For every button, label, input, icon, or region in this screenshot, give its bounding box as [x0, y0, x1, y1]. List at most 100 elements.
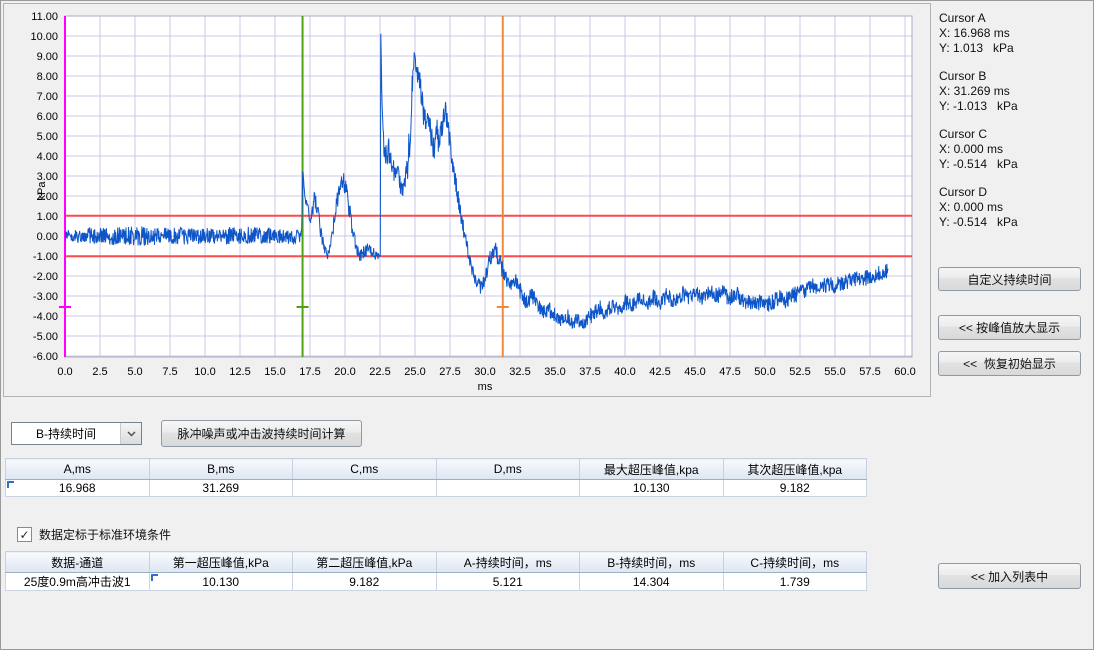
table-cell[interactable]: 9.182: [293, 573, 437, 591]
table-cell[interactable]: 31.269: [149, 480, 293, 497]
svg-text:25.0: 25.0: [404, 366, 425, 378]
zoom-to-peak-button[interactable]: << 按峰值放大显示: [938, 315, 1081, 340]
column-header[interactable]: 第一超压峰值,kPa: [149, 552, 293, 573]
svg-text:30.0: 30.0: [474, 366, 495, 378]
svg-text:5.00: 5.00: [37, 131, 58, 143]
active-cell-marker: [151, 574, 158, 581]
column-header[interactable]: A-持续时间，ms: [436, 552, 580, 573]
standard-env-row: ✓ 数据定标于标准环境条件: [17, 526, 171, 543]
table-cell[interactable]: 10.130: [149, 573, 293, 591]
svg-text:-6.00: -6.00: [33, 351, 58, 363]
duration-type-value: B-持续时间: [12, 423, 120, 444]
custom-duration-button[interactable]: 自定义持续时间: [938, 267, 1081, 291]
svg-text:-5.00: -5.00: [33, 331, 58, 343]
chevron-down-icon: [127, 431, 136, 437]
column-header[interactable]: 其次超压峰值,kpa: [723, 459, 867, 480]
table-cell[interactable]: [436, 480, 580, 497]
svg-text:42.5: 42.5: [649, 366, 670, 378]
cursor-d-x: X: 0.000 ms: [939, 200, 1089, 215]
column-header[interactable]: C,ms: [293, 459, 437, 480]
cursor-b-x: X: 31.269 ms: [939, 84, 1089, 99]
svg-text:-3.00: -3.00: [33, 291, 58, 303]
svg-text:1.00: 1.00: [37, 211, 58, 223]
table-cell[interactable]: 14.304: [580, 573, 724, 591]
svg-text:45.0: 45.0: [684, 366, 705, 378]
cursor-c-title: Cursor C: [939, 127, 1089, 142]
column-header[interactable]: A,ms: [6, 459, 150, 480]
duration-type-select[interactable]: B-持续时间: [11, 422, 142, 445]
svg-text:0.0: 0.0: [57, 366, 72, 378]
add-to-list-button[interactable]: << 加入列表中: [938, 563, 1081, 589]
table-cell[interactable]: 10.130: [580, 480, 724, 497]
svg-text:40.0: 40.0: [614, 366, 635, 378]
svg-text:22.5: 22.5: [369, 366, 390, 378]
table-header-row: A,msB,msC,msD,ms最大超压峰值,kpa其次超压峰值,kpa: [6, 459, 867, 480]
cursor-d-title: Cursor D: [939, 185, 1089, 200]
column-header[interactable]: 数据-通道: [6, 552, 150, 573]
column-header[interactable]: C-持续时间，ms: [723, 552, 867, 573]
cursor-a-x: X: 16.968 ms: [939, 26, 1089, 41]
cursor-b-title: Cursor B: [939, 69, 1089, 84]
svg-text:-4.00: -4.00: [33, 311, 58, 323]
svg-text:55.0: 55.0: [824, 366, 845, 378]
svg-text:60.0: 60.0: [894, 366, 915, 378]
svg-text:32.5: 32.5: [509, 366, 530, 378]
svg-text:37.5: 37.5: [579, 366, 600, 378]
svg-text:10.00: 10.00: [30, 31, 58, 43]
cursor-a-y: Y: 1.013 kPa: [939, 41, 1089, 56]
table-cell[interactable]: 5.121: [436, 573, 580, 591]
table-header-row: 数据-通道第一超压峰值,kPa第二超压峰值,kPaA-持续时间，msB-持续时间…: [6, 552, 867, 573]
svg-text:10.0: 10.0: [194, 366, 215, 378]
waveform-chart[interactable]: 11.0010.009.008.007.006.005.004.003.002.…: [1, 1, 933, 401]
cursor-d-y: Y: -0.514 kPa: [939, 215, 1089, 230]
svg-text:3.00: 3.00: [37, 171, 58, 183]
cursor-c-x: X: 0.000 ms: [939, 142, 1089, 157]
restore-initial-view-button[interactable]: << 恢复初始显示: [938, 351, 1081, 376]
cursor-b-readout: Cursor B X: 31.269 ms Y: -1.013 kPa: [939, 69, 1089, 114]
column-header[interactable]: 最大超压峰值,kpa: [580, 459, 724, 480]
column-header[interactable]: B-持续时间，ms: [580, 552, 724, 573]
svg-text:12.5: 12.5: [229, 366, 250, 378]
cursor-d-readout: Cursor D X: 0.000 ms Y: -0.514 kPa: [939, 185, 1089, 230]
result-values-table: 数据-通道第一超压峰值,kPa第二超压峰值,kPaA-持续时间，msB-持续时间…: [5, 551, 867, 591]
table-cell[interactable]: 16.968: [6, 480, 150, 497]
cursor-a-readout: Cursor A X: 16.968 ms Y: 1.013 kPa: [939, 11, 1089, 56]
svg-text:8.00: 8.00: [37, 71, 58, 83]
svg-text:17.5: 17.5: [299, 366, 320, 378]
standard-env-label: 数据定标于标准环境条件: [39, 526, 171, 543]
cursor-b-y: Y: -1.013 kPa: [939, 99, 1089, 114]
svg-text:35.0: 35.0: [544, 366, 565, 378]
table-row: 25度0.9m高冲击波110.1309.1825.12114.3041.739: [6, 573, 867, 591]
column-header[interactable]: D,ms: [436, 459, 580, 480]
svg-text:ms: ms: [478, 381, 493, 393]
cursor-a-title: Cursor A: [939, 11, 1089, 26]
svg-text:11.00: 11.00: [31, 11, 58, 23]
svg-text:20.0: 20.0: [334, 366, 355, 378]
column-header[interactable]: 第二超压峰值,kPa: [293, 552, 437, 573]
svg-text:50.0: 50.0: [754, 366, 775, 378]
active-cell-marker: [7, 481, 14, 488]
svg-text:4.00: 4.00: [37, 151, 58, 163]
svg-text:47.5: 47.5: [719, 366, 740, 378]
svg-text:-2.00: -2.00: [33, 271, 58, 283]
svg-text:2.5: 2.5: [92, 366, 107, 378]
table-cell[interactable]: 1.739: [723, 573, 867, 591]
column-header[interactable]: B,ms: [149, 459, 293, 480]
svg-text:52.5: 52.5: [789, 366, 810, 378]
svg-text:kPa: kPa: [36, 181, 48, 201]
svg-text:9.00: 9.00: [37, 51, 58, 63]
table-cell[interactable]: [293, 480, 437, 497]
table-cell[interactable]: 25度0.9m高冲击波1: [6, 573, 150, 591]
standard-env-checkbox[interactable]: ✓: [17, 527, 32, 542]
combo-dropdown-button[interactable]: [120, 423, 141, 444]
cursor-c-readout: Cursor C X: 0.000 ms Y: -0.514 kPa: [939, 127, 1089, 172]
cursor-c-y: Y: -0.514 kPa: [939, 157, 1089, 172]
app-window: 11.0010.009.008.007.006.005.004.003.002.…: [0, 0, 1094, 650]
checkmark-icon: ✓: [19, 529, 29, 541]
cursor-values-table: A,msB,msC,msD,ms最大超压峰值,kpa其次超压峰值,kpa 16.…: [5, 458, 867, 497]
table-cell[interactable]: 9.182: [723, 480, 867, 497]
svg-text:6.00: 6.00: [37, 111, 58, 123]
svg-text:57.5: 57.5: [859, 366, 880, 378]
duration-calc-button[interactable]: 脉冲噪声或冲击波持续时间计算: [161, 420, 362, 447]
svg-text:-1.00: -1.00: [33, 251, 58, 263]
